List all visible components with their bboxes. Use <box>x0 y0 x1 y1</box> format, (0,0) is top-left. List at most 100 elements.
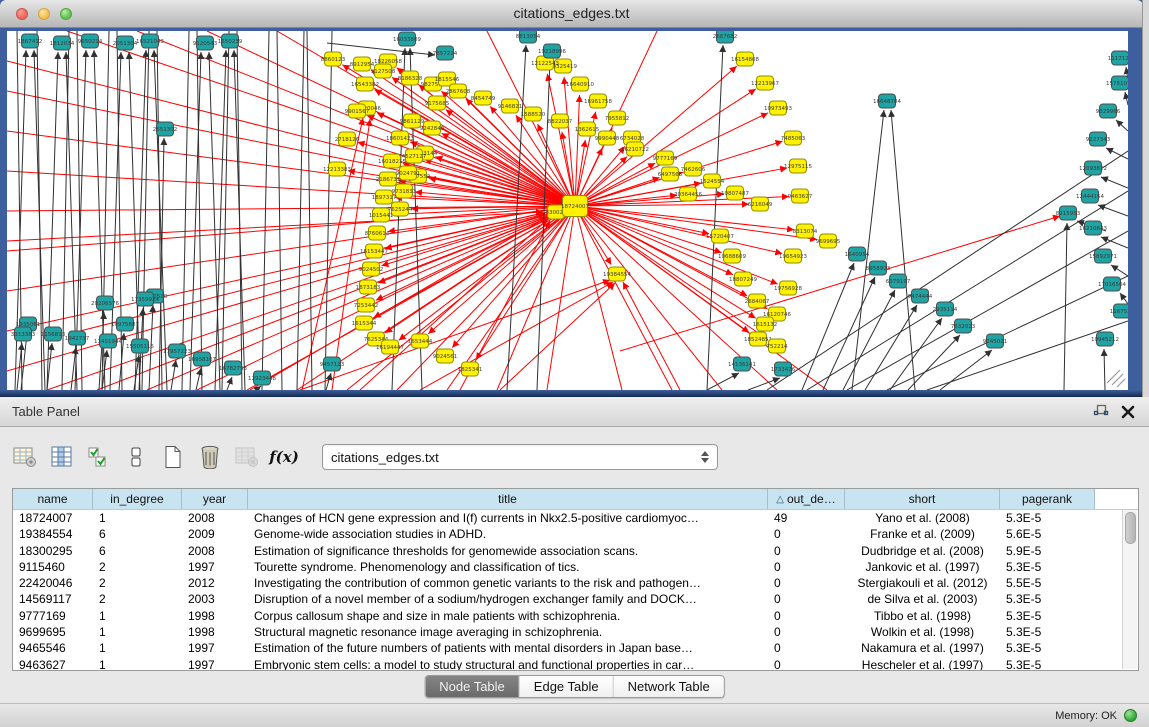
row-height-icon[interactable] <box>123 444 149 470</box>
graph-node[interactable]: 2935114 <box>933 302 958 316</box>
graph-node[interactable]: 11451944 <box>94 334 122 348</box>
graph-node[interactable]: 10945212 <box>1091 332 1119 346</box>
graph-node[interactable]: 9024502 <box>359 262 384 276</box>
graph-node[interactable]: 8760614 <box>365 226 390 240</box>
graph-node[interactable]: 9175685 <box>425 96 450 110</box>
column-header-pagerank[interactable]: pagerank <box>1000 489 1095 509</box>
graph-node[interactable]: 9474444 <box>908 289 933 303</box>
graph-node[interactable]: 7253442 <box>354 298 379 312</box>
graph-node[interactable]: 7857224 <box>433 46 458 60</box>
graph-node[interactable]: 8813054 <box>516 31 541 43</box>
graph-node[interactable]: 10975887 <box>111 317 139 331</box>
graph-node[interactable]: 10973493 <box>764 101 792 115</box>
graph-node[interactable]: 6216049 <box>748 197 773 211</box>
graph-node[interactable]: 12213383 <box>323 162 351 176</box>
graph-node[interactable]: 2867608 <box>446 84 471 98</box>
network-window-titlebar[interactable]: citations_edges.txt <box>0 0 1143 28</box>
graph-node[interactable]: 2651302 <box>153 122 178 136</box>
graph-node[interactable]: 2718126 <box>335 132 360 146</box>
column-header-title[interactable]: title <box>248 489 768 509</box>
graph-node[interactable]: 1362615 <box>575 122 600 136</box>
graph-node[interactable]: 9457123 <box>320 357 345 371</box>
graph-node[interactable]: 9146821 <box>498 99 523 113</box>
graph-node[interactable]: 16153447 <box>360 244 388 258</box>
table-row[interactable]: 969969511998Structural magnetic resonanc… <box>13 624 1138 640</box>
graph-node[interactable]: 9699695 <box>816 234 841 248</box>
graph-node[interactable]: 16521043 <box>136 34 164 48</box>
graph-node[interactable]: 16961758 <box>584 94 612 108</box>
column-header-short[interactable]: short <box>845 489 1000 509</box>
graph-node[interactable]: 8215953 <box>1056 206 1081 220</box>
table-row[interactable]: 946554611997Estimation of the future num… <box>13 640 1138 656</box>
graph-node[interactable]: 19384554 <box>603 267 631 281</box>
graph-node[interactable]: 18724007 <box>561 196 589 217</box>
table-row[interactable]: 911546021997Tourette syndrome. Phenomeno… <box>13 559 1138 575</box>
graph-node[interactable]: 12093822 <box>1079 161 1107 175</box>
tab-edge-table[interactable]: Edge Table <box>520 676 614 697</box>
graph-node[interactable]: 9227343 <box>1086 132 1111 146</box>
graph-node[interactable]: 18601423 <box>386 131 414 145</box>
graph-node[interactable]: 12975115 <box>784 159 812 173</box>
graph-node[interactable]: 9329966 <box>1096 104 1121 118</box>
table-row[interactable]: 2242004622012Investigating the contribut… <box>13 575 1138 591</box>
memory-status-icon[interactable] <box>1124 709 1137 722</box>
graph-node[interactable]: 7632023 <box>951 319 976 333</box>
graph-node[interactable]: 16154808 <box>731 52 759 66</box>
graph-node[interactable]: 8958923 <box>866 261 891 275</box>
graph-node[interactable]: 2051304 <box>113 36 138 50</box>
table-row[interactable]: 1456911722003Disruption of a novel membe… <box>13 591 1138 607</box>
table-row[interactable]: 1830029562008Estimation of significance … <box>13 543 1138 559</box>
delete-table-icon[interactable] <box>197 444 223 470</box>
graph-node[interactable]: 16648784 <box>873 94 901 108</box>
table-settings-icon[interactable] <box>12 444 38 470</box>
graph-node[interactable]: 9777169 <box>653 151 678 165</box>
graph-node[interactable]: 16033809 <box>393 32 421 46</box>
graph-node[interactable]: 1640954 <box>845 247 870 261</box>
graph-node[interactable]: 6379197 <box>886 274 911 288</box>
graph-node[interactable]: 1117123 <box>1108 51 1128 65</box>
graph-node[interactable]: 1588520 <box>521 107 546 121</box>
graph-node[interactable]: 1524554 <box>700 174 725 188</box>
graph-node[interactable]: 9245021 <box>983 334 1008 348</box>
table-row[interactable]: 946362711997Embryonic stem cells: a mode… <box>13 657 1138 671</box>
network-canvas[interactable]: 1832541916640910169617587955812136261599… <box>7 31 1128 390</box>
graph-node[interactable]: 1825341 <box>458 362 483 376</box>
graph-node[interactable]: 15720407 <box>706 229 734 243</box>
table-row[interactable]: 1938455462009Genome-wide association stu… <box>13 526 1138 542</box>
graph-node[interactable]: 15505115 <box>126 339 154 353</box>
table-selector-combobox[interactable]: citations_edges.txt <box>322 444 718 470</box>
function-builder-icon[interactable]: f(x) <box>271 444 297 470</box>
column-header-name[interactable]: name <box>13 489 93 509</box>
graph-node[interactable]: 12444154 <box>1076 189 1104 203</box>
graph-node[interactable]: 1812034 <box>50 36 75 50</box>
graph-node[interactable]: 1942737 <box>65 331 90 345</box>
graph-node[interactable]: 2186731 <box>376 172 401 186</box>
graph-node[interactable]: 8822037 <box>548 114 573 128</box>
resize-grip-icon[interactable] <box>1107 370 1125 387</box>
node-table[interactable]: namein_degreeyeartitle△out_de…shortpager… <box>12 488 1139 671</box>
graph-node[interactable]: 19756928 <box>774 281 802 295</box>
graph-node[interactable]: 10688609 <box>718 249 746 263</box>
float-window-icon[interactable] <box>1093 404 1109 419</box>
tab-node-table[interactable]: Node Table <box>425 676 520 697</box>
graph-node[interactable]: 1015441 <box>369 208 394 222</box>
table-scrollbar-thumb[interactable] <box>1125 512 1136 544</box>
graph-node[interactable]: 7485063 <box>781 131 806 145</box>
graph-node[interactable]: 8860123 <box>321 52 346 66</box>
graph-node[interactable]: 8186328 <box>398 71 423 85</box>
graph-node[interactable]: 20364456 <box>674 187 702 201</box>
column-header-year[interactable]: year <box>182 489 248 509</box>
graph-node[interactable]: 10807487 <box>721 186 749 200</box>
graph-node[interactable]: 16958107 <box>188 352 216 366</box>
column-header-in_degree[interactable]: in_degree <box>93 489 182 509</box>
graph-node[interactable]: 2687682 <box>713 31 738 43</box>
close-icon[interactable] <box>1121 405 1135 419</box>
graph-node[interactable]: 16640910 <box>566 77 594 91</box>
graph-node[interactable]: 752214 <box>767 339 788 353</box>
graph-node[interactable]: 15751074 <box>1106 76 1128 90</box>
table-scrollbar[interactable] <box>1122 510 1137 669</box>
graph-node[interactable]: 9650214 <box>78 34 103 48</box>
graph-node[interactable]: 9463627 <box>788 189 813 203</box>
graph-node[interactable]: 8313074 <box>793 224 818 238</box>
graph-node[interactable]: 7955812 <box>605 111 630 125</box>
